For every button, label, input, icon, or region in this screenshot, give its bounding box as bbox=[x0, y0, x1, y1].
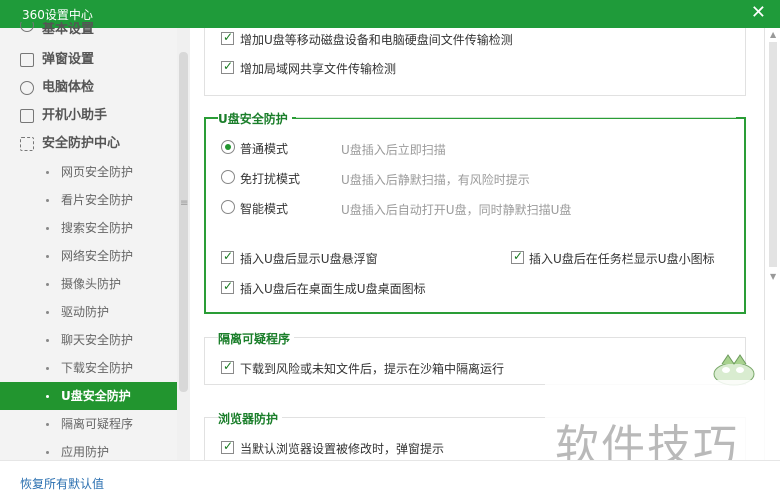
shield-grid-icon bbox=[20, 137, 34, 151]
checkbox[interactable] bbox=[221, 59, 234, 74]
check-label: 插入U盘后在桌面生成U盘桌面图标 bbox=[240, 282, 426, 296]
bullet-icon bbox=[46, 311, 49, 314]
scroll-down-icon[interactable]: ▼ bbox=[770, 272, 776, 281]
checkbox[interactable] bbox=[221, 439, 234, 454]
sidebar-subitem-download[interactable]: 下载安全防护 bbox=[0, 354, 177, 382]
section-title-quarantine: 隔离可疑程序 bbox=[218, 330, 295, 347]
check-label: 增加局域网共享文件传输检测 bbox=[240, 62, 397, 76]
footer: 恢复所有默认值 bbox=[0, 460, 780, 500]
sidebar-subitem-driver[interactable]: 驱动防护 bbox=[0, 298, 177, 326]
check-label: 下载到风险或未知文件后，提示在沙箱中隔离运行 bbox=[240, 362, 505, 376]
sidebar-subitem-quarantine[interactable]: 隔离可疑程序 bbox=[0, 410, 177, 438]
checkbox[interactable] bbox=[511, 249, 524, 264]
radio-smart-mode[interactable] bbox=[221, 200, 235, 214]
sidebar-scrollbar-thumb[interactable] bbox=[179, 52, 188, 392]
mode-label: 智能模式 bbox=[240, 202, 289, 216]
sidebar-item-pc-checkup[interactable]: 电脑体检 bbox=[0, 74, 177, 102]
sidebar-item-popup-settings[interactable]: 弹窗设置 bbox=[0, 46, 177, 74]
bullet-icon bbox=[46, 227, 49, 230]
bullet-icon bbox=[46, 451, 49, 454]
section-title-usb: U盘安全防护 bbox=[218, 110, 292, 127]
check-label: 增加U盘等移动磁盘设备和电脑硬盘间文件传输检测 bbox=[240, 33, 513, 47]
section-title-browser: 浏览器防护 bbox=[218, 410, 283, 427]
watermark: 软件技巧 bbox=[545, 380, 780, 472]
sidebar-subitem-video[interactable]: 看片安全防护 bbox=[0, 186, 177, 214]
bullet-icon bbox=[46, 339, 49, 342]
restore-defaults-link[interactable]: 恢复所有默认值 bbox=[20, 475, 104, 492]
checkbox[interactable] bbox=[221, 30, 234, 45]
radio-normal-mode[interactable] bbox=[221, 140, 235, 154]
bullet-icon bbox=[46, 255, 49, 258]
check-label: 插入U盘后显示U盘悬浮窗 bbox=[240, 252, 378, 266]
window-icon bbox=[20, 53, 34, 67]
sidebar-scrollbar[interactable] bbox=[177, 28, 190, 460]
mode-hint: U盘插入后自动打开U盘，同时静默扫描U盘 bbox=[341, 203, 572, 217]
checkup-icon bbox=[20, 81, 34, 95]
scroll-up-icon[interactable]: ▲ bbox=[770, 30, 776, 39]
mode-hint: U盘插入后静默扫描，有风险时提示 bbox=[341, 173, 530, 187]
section-divider bbox=[296, 117, 736, 118]
sidebar-subitem-search[interactable]: 搜索安全防护 bbox=[0, 214, 177, 242]
sidebar-subitem-network[interactable]: 网络安全防护 bbox=[0, 242, 177, 270]
sidebar-subitem-app[interactable]: 应用防护 bbox=[0, 438, 177, 460]
bullet-icon bbox=[46, 423, 49, 426]
mode-label: 免打扰模式 bbox=[240, 172, 301, 186]
checkbox[interactable] bbox=[221, 359, 234, 374]
mode-hint: U盘插入后立即扫描 bbox=[341, 143, 446, 157]
bullet-icon bbox=[46, 367, 49, 370]
checkbox[interactable] bbox=[221, 279, 234, 294]
gear-icon bbox=[20, 22, 34, 32]
check-label: 当默认浏览器设置被修改时，弹窗提示 bbox=[240, 442, 445, 456]
sidebar-subitem-web[interactable]: 网页安全防护 bbox=[0, 158, 177, 186]
checkbox[interactable] bbox=[221, 249, 234, 264]
bullet-icon bbox=[46, 199, 49, 202]
bullet-icon bbox=[46, 171, 49, 174]
bullet-icon bbox=[46, 283, 49, 286]
check-label: 插入U盘后在任务栏显示U盘小图标 bbox=[529, 252, 715, 266]
sidebar-item-basic-settings[interactable]: 基本设置 bbox=[0, 22, 177, 38]
sidebar-item-security-center[interactable]: 安全防护中心 bbox=[0, 130, 177, 158]
window-title: 360设置中心 bbox=[22, 8, 93, 22]
splitter-grip-icon[interactable]: ≡ bbox=[180, 199, 188, 209]
sidebar-item-boot-assistant[interactable]: 开机小助手 bbox=[0, 102, 177, 130]
mode-label: 普通模式 bbox=[240, 142, 289, 156]
close-icon[interactable]: ✕ bbox=[751, 3, 766, 23]
power-icon bbox=[20, 109, 34, 123]
sidebar-subitem-chat[interactable]: 聊天安全防护 bbox=[0, 326, 177, 354]
content-scrollbar-thumb[interactable] bbox=[769, 42, 777, 267]
sidebar-subitem-usb[interactable]: U盘安全防护 bbox=[0, 382, 177, 410]
sidebar-subitem-camera[interactable]: 摄像头防护 bbox=[0, 270, 177, 298]
radio-quiet-mode[interactable] bbox=[221, 170, 235, 184]
bullet-icon bbox=[46, 395, 49, 398]
